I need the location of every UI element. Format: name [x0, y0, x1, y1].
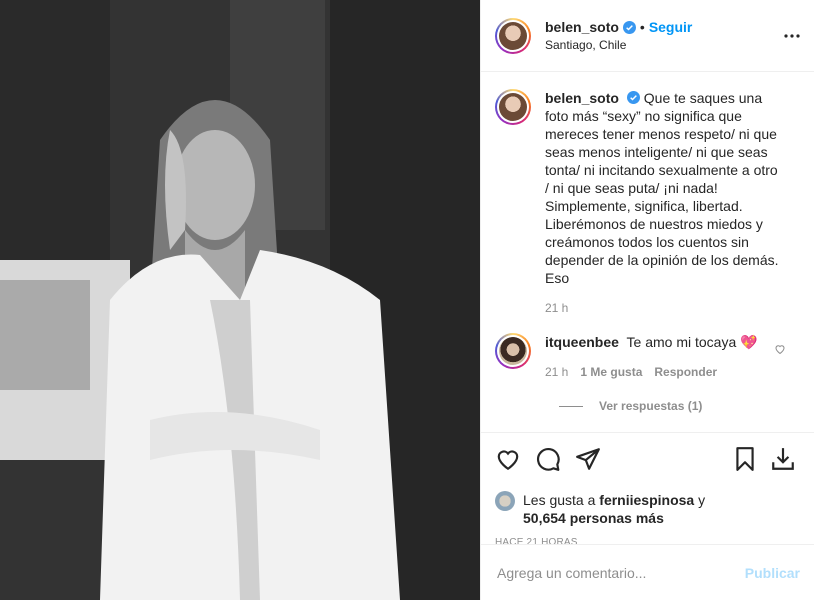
- follow-button[interactable]: Seguir: [649, 19, 693, 35]
- comment-username[interactable]: itqueenbee: [545, 334, 619, 350]
- separator-dot: •: [639, 19, 645, 35]
- comment-time[interactable]: 21 h: [545, 363, 568, 381]
- comments-section: belen_soto Que te saques una foto más “s…: [481, 73, 814, 433]
- reply-button[interactable]: Responder: [654, 363, 717, 381]
- likes-others[interactable]: 50,654 personas más: [523, 510, 664, 526]
- publish-button[interactable]: Publicar: [745, 565, 800, 581]
- caption-time[interactable]: 21 h: [545, 299, 568, 317]
- likes-summary: Les gusta a ferniiespinosa y 50,654 pers…: [495, 491, 800, 527]
- verified-badge-icon: [626, 91, 640, 104]
- post-photo[interactable]: [0, 0, 480, 600]
- save-bookmark-icon[interactable]: [732, 446, 758, 472]
- add-comment-bar: Publicar: [481, 544, 814, 600]
- likes-prefix: Les gusta a: [523, 492, 600, 508]
- post-header: belen_soto • Seguir Santiago, Chile: [481, 0, 814, 72]
- caption-username[interactable]: belen_soto: [545, 90, 619, 106]
- view-replies-label: Ver respuestas (1): [599, 399, 703, 413]
- liker-username[interactable]: ferniiespinosa: [599, 492, 694, 508]
- comment-text: Te amo mi tocaya 💖: [626, 334, 758, 350]
- post-actions: Les gusta a ferniiespinosa y 50,654 pers…: [481, 432, 814, 548]
- commenter-avatar[interactable]: [495, 333, 531, 369]
- likes-middle: y: [694, 492, 706, 508]
- author-username[interactable]: belen_soto: [545, 19, 619, 35]
- view-replies-button[interactable]: Ver respuestas (1): [559, 399, 800, 413]
- replies-divider-line: [559, 405, 583, 407]
- small-heart-icon[interactable]: [774, 343, 786, 355]
- comment-bubble-icon[interactable]: [535, 446, 561, 472]
- post-location[interactable]: Santiago, Chile: [545, 38, 692, 52]
- photo-illustration: [0, 0, 480, 600]
- share-paper-plane-icon[interactable]: [575, 446, 601, 472]
- comment-input[interactable]: [497, 564, 745, 581]
- like-heart-icon[interactable]: [495, 446, 521, 472]
- caption-text: Que te saques una foto más “sexy” no sig…: [545, 90, 779, 286]
- instagram-post: belen_soto • Seguir Santiago, Chile bele…: [0, 0, 814, 600]
- comment-likes[interactable]: 1 Me gusta: [580, 363, 642, 381]
- verified-badge-icon: [622, 20, 636, 34]
- download-icon[interactable]: [770, 446, 796, 472]
- more-options-icon[interactable]: [784, 28, 800, 44]
- post-sidebar: belen_soto • Seguir Santiago, Chile bele…: [480, 0, 814, 600]
- comment-item: itqueenbee Te amo mi tocaya 💖 21 h 1 Me …: [495, 333, 800, 381]
- caption-avatar[interactable]: [495, 89, 531, 125]
- author-avatar[interactable]: [495, 17, 531, 54]
- liker-avatar[interactable]: [495, 491, 515, 511]
- caption: belen_soto Que te saques una foto más “s…: [495, 89, 800, 317]
